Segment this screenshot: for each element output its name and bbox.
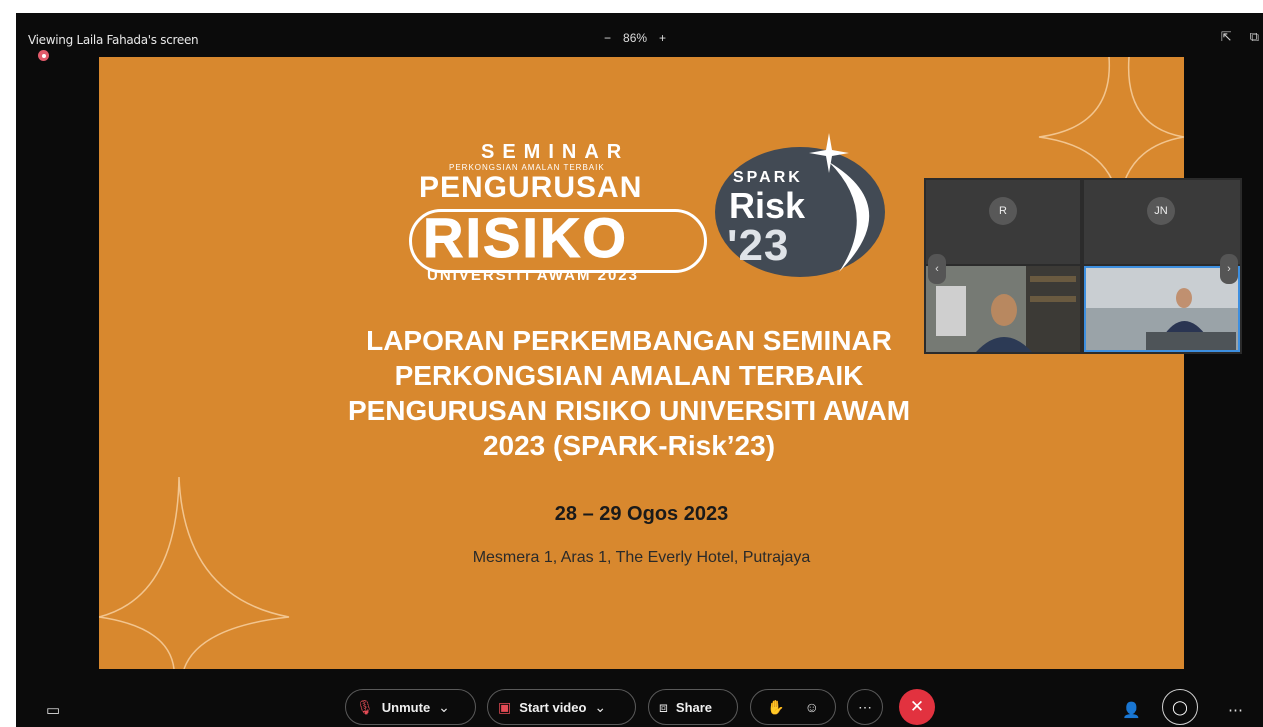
logo-pengurusan-text: PENGURUSAN (419, 171, 643, 204)
zoom-out-button[interactable]: − (604, 31, 611, 45)
logo-universiti-text: UNIVERSITI AWAM 2023 (427, 267, 639, 284)
picture-in-picture-icon[interactable]: ⧉ (1250, 29, 1259, 45)
chevron-down-icon[interactable]: ⌄ (438, 699, 450, 716)
logo-year-text: '23 (727, 221, 790, 270)
chat-button[interactable]: ◯ (1162, 689, 1198, 725)
control-bar: ▭ 🎙 Unmute ⌄ ▣ Start video ⌄ ⧈ Share ✋ ☺… (16, 667, 1263, 727)
zoom-controls: − 86% + (604, 31, 666, 45)
slide-title-line: 2023 (SPARK-Risk’23) (482, 430, 776, 461)
shared-slide: SEMINAR PERKONGSIAN AMALAN TERBAIK PENGU… (99, 57, 1184, 669)
logo-risiko-text: RISIKO (423, 206, 628, 270)
participant-video-image (1086, 268, 1238, 350)
end-call-button[interactable]: ✕ (899, 689, 935, 725)
chevron-down-icon[interactable]: ⌄ (594, 699, 606, 716)
zoom-in-button[interactable]: + (659, 31, 666, 45)
emoji-reaction-icon[interactable]: ☺ (805, 699, 819, 715)
participant-tile[interactable]: JN (1084, 180, 1240, 264)
participants-next-button[interactable]: › (1220, 254, 1238, 284)
participant-tile[interactable]: R (926, 180, 1080, 264)
slide-title-line: PERKONGSIAN AMALAN TERBAIK (394, 360, 864, 391)
video-off-icon: ▣ (498, 698, 512, 715)
captions-icon[interactable]: ▭ (46, 701, 60, 719)
slide-date: 28 – 29 Ogos 2023 (554, 503, 729, 525)
start-video-button[interactable]: ▣ Start video ⌄ (487, 689, 636, 725)
avatar: JN (1147, 197, 1175, 225)
viewing-label: Viewing Laila Fahada's screen (28, 33, 199, 47)
top-right-icons: ⇱ ⧉ (1221, 29, 1259, 45)
reactions-group: ✋ ☺ (750, 689, 836, 725)
share-button[interactable]: ⧈ Share (648, 689, 738, 725)
microphone-muted-icon: 🎙 (356, 698, 374, 715)
participants-prev-button[interactable]: ‹ (928, 254, 946, 284)
slide-venue: Mesmera 1, Aras 1, The Everly Hotel, Put… (472, 549, 811, 566)
start-video-label: Start video (519, 699, 587, 715)
slide-title: LAPORAN PERKEMBANGAN SEMINAR PERKONGSIAN… (239, 323, 1019, 463)
slide-title-line: PENGURUSAN RISIKO UNIVERSITI AWAM (347, 395, 911, 426)
unmute-label: Unmute (381, 699, 431, 715)
meeting-window: Viewing Laila Fahada's screen − 86% + ⇱ … (16, 13, 1263, 727)
top-bar: Viewing Laila Fahada's screen − 86% + ⇱ … (16, 13, 1263, 61)
logo-seminar-text: SEMINAR (481, 141, 630, 163)
participants-icon[interactable]: 👤 (1122, 701, 1141, 719)
raise-hand-icon[interactable]: ✋ (767, 699, 784, 716)
more-menu-icon[interactable]: ⋯ (1228, 701, 1243, 719)
slide-title-line: LAPORAN PERKEMBANGAN SEMINAR (366, 325, 892, 356)
pop-out-icon[interactable]: ⇱ (1221, 29, 1232, 45)
unmute-button[interactable]: 🎙 Unmute ⌄ (345, 689, 476, 725)
recording-indicator-icon (38, 50, 49, 61)
participant-video-active[interactable] (1084, 266, 1240, 352)
more-options-button[interactable]: ⋯ (847, 689, 883, 725)
avatar: R (989, 197, 1017, 225)
seminar-logo: SEMINAR PERKONGSIAN AMALAN TERBAIK PENGU… (389, 127, 889, 284)
badge-swoosh-icon (829, 162, 870, 272)
share-screen-icon: ⧈ (659, 698, 668, 715)
participant-video[interactable] (926, 266, 1080, 352)
participant-video-image (926, 266, 1080, 352)
zoom-level: 86% (623, 31, 648, 45)
share-label: Share (675, 699, 713, 715)
participants-panel: R JN ‹ › (924, 178, 1242, 354)
